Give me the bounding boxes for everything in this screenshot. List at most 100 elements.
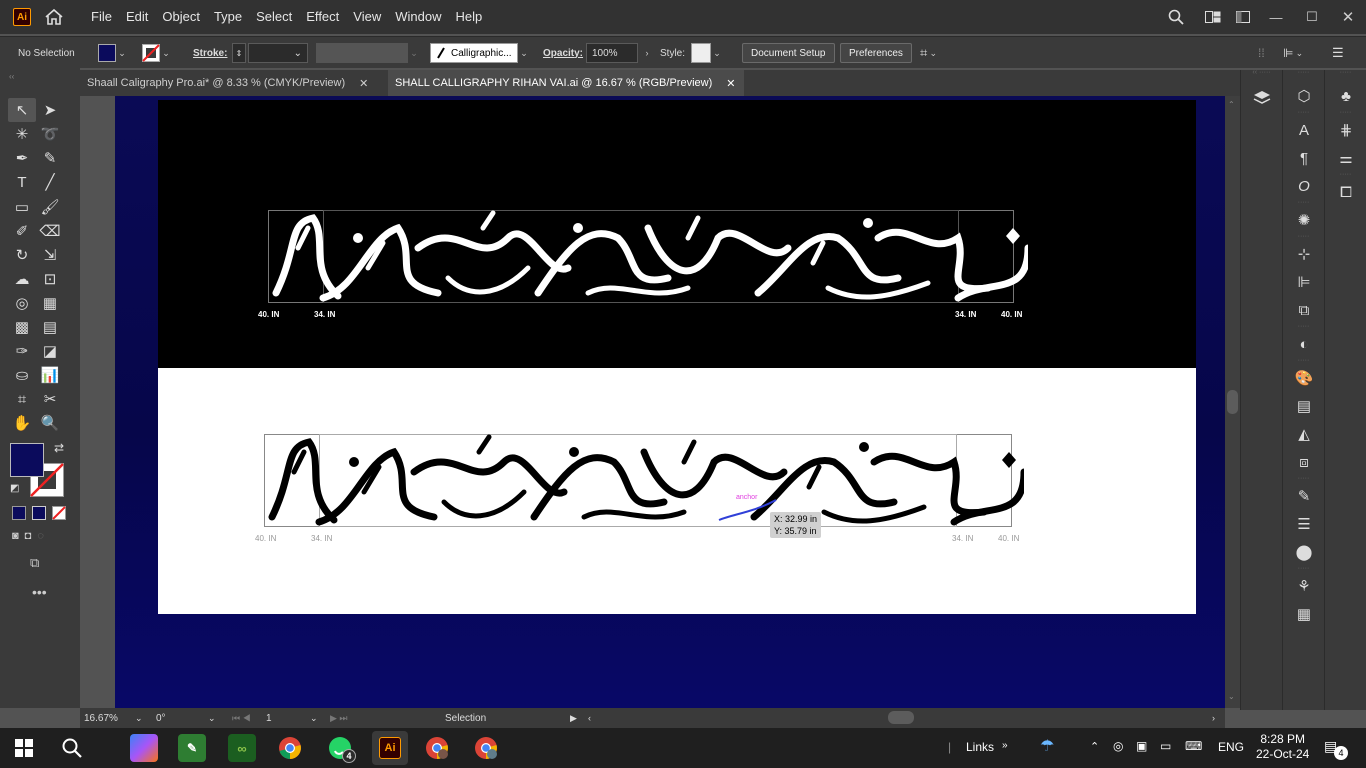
stroke-swatch[interactable]: ⌄ [142,42,172,64]
eyedropper-icon[interactable]: ✑ [8,339,36,363]
links-toolbar[interactable]: Links [966,740,994,754]
preferences-label[interactable]: Preferences [840,43,912,63]
menu-object[interactable]: Object [155,0,207,34]
artboards-icon[interactable]: ▦ [1283,600,1325,628]
clock[interactable]: 8:28 PM 22-Oct-24 [1256,732,1309,762]
artboard-tool-icon[interactable]: ⌗ [8,387,36,411]
chrome-icon[interactable] [276,734,304,762]
gradient-tool-icon[interactable]: ▤ [36,315,64,339]
curvature-tool-icon[interactable]: ✎ [36,146,64,170]
pathfinder-icon[interactable]: ⧉ [1283,296,1325,324]
rectangle-tool-icon[interactable]: ▭ [8,195,36,219]
close-icon[interactable]: ✕ [359,77,368,90]
variable-width-profile[interactable]: ⌄ [316,42,420,64]
zoom-level[interactable]: 16.67% [84,713,134,724]
scroll-thumb[interactable] [1227,390,1238,414]
artboard-number[interactable]: 1 [266,713,306,724]
color-mode-icon[interactable] [12,506,26,520]
align-panel-icon[interactable]: ⊫ [1283,268,1325,296]
windows-start-icon[interactable] [10,734,38,762]
scroll-down-icon[interactable]: ⌄ [1228,692,1235,701]
scroll-up-icon[interactable]: ⌃ [1228,100,1235,109]
chevron-down-icon[interactable]: ⌄ [135,713,143,724]
chrome-profile-icon[interactable] [472,734,500,762]
illustrator-taskbar-icon[interactable]: Ai [372,731,408,765]
warp-tool-icon[interactable]: ☁ [8,267,36,291]
collapse-icon[interactable]: ‹‹ [0,68,80,85]
libraries-icon[interactable]: ⬡ [1283,82,1325,110]
scale-tool-icon[interactable]: ⇲ [36,243,64,267]
artboard-nav-next-icon[interactable]: ▶ ⏭ [330,713,348,724]
menu-window[interactable]: Window [388,0,448,34]
maximize-button[interactable]: ☐ [1294,0,1330,34]
chevron-up-icon[interactable]: ⌃ [1090,740,1099,753]
close-icon[interactable]: ✕ [726,77,735,90]
home-icon[interactable] [44,7,66,27]
direct-selection-tool-icon[interactable]: ➤ [36,98,64,122]
menu-type[interactable]: Type [207,0,249,34]
line-tool-icon[interactable]: ╱ [36,170,64,194]
transform-icon[interactable]: ⊫ ⌄ [1283,42,1305,64]
swatches-icon[interactable]: 🎨 [1283,364,1325,392]
default-colors-icon[interactable]: ◩ [10,483,19,494]
screen-mode-icon[interactable]: ⧉ [30,555,39,571]
none-mode-icon[interactable] [52,506,66,520]
grid-icon[interactable]: ⋕ [1325,116,1366,144]
slice-tool-icon[interactable]: ✂ [36,387,64,411]
perspective-grid-icon[interactable]: ▦ [36,291,64,315]
shape-builder-icon[interactable]: ◎ [8,291,36,315]
draw-inside-icon[interactable]: ◌ [37,530,44,542]
artboard-nav-prev-icon[interactable]: ⏮ ◀ [232,713,251,724]
canvas[interactable]: 40. IN 34. IN 34. IN 40. IN anchor X: 32… [80,96,1225,708]
character-icon[interactable]: A [1283,116,1325,144]
layers-icon[interactable] [1241,84,1283,112]
draw-behind-icon[interactable]: ◘ [25,530,32,542]
pen-tool-icon[interactable]: ✒ [8,146,36,170]
export-icon[interactable]: ⧈ [1283,448,1325,476]
fill-swatch[interactable]: ⌄ [98,42,128,64]
panel-menu-icon[interactable]: ☰ [1332,42,1344,64]
document-setup-label[interactable]: Document Setup [742,43,835,63]
whatsapp-icon[interactable]: 4 [326,734,356,763]
chevron-right-icon[interactable]: › [641,48,653,58]
fill-box[interactable] [10,443,44,477]
blend-tool-icon[interactable]: ◪ [36,339,64,363]
chevron-down-icon[interactable]: ⌄ [208,713,216,724]
asset-export-icon[interactable]: ⚘ [1283,572,1325,600]
graph-tool-icon[interactable]: 📊 [36,363,64,387]
fill-stroke-widget[interactable]: ⇄ ◩ [10,441,66,499]
brush-definition[interactable]: Calligraphic... ⌄ [430,42,530,64]
document-setup-button[interactable]: Document Setup [742,42,835,64]
appearance-icon[interactable]: ✺ [1283,206,1325,234]
stroke-panel-icon[interactable]: ☰ [1283,510,1325,538]
menu-select[interactable]: Select [249,0,299,34]
language-indicator[interactable]: ENG [1218,740,1244,754]
opentype-icon[interactable]: O [1283,172,1325,200]
paragraph-icon[interactable]: ¶ [1283,144,1325,172]
transparency-icon[interactable]: ◭ [1283,420,1325,448]
rotate-tool-icon[interactable]: ↻ [8,243,36,267]
notepad-icon[interactable]: ✎ [178,734,206,762]
opacity-label[interactable]: Opacity: [543,42,583,64]
chevron-right-icon[interactable]: ▶ [570,713,577,724]
swap-icon[interactable]: ⇄ [54,441,64,455]
copilot-icon[interactable] [130,734,158,762]
rotation-value[interactable]: 0° [156,713,216,724]
chevron-down-icon[interactable]: ⌄ [518,48,530,59]
more-tools-icon[interactable]: ••• [32,584,47,600]
stroke-weight-stepper[interactable]: ⇕ ⌄ [232,42,308,64]
meet-icon[interactable]: ▣ [1136,739,1147,753]
artboard-panel-icon[interactable]: ⧠ [1325,178,1366,206]
menu-effect[interactable]: Effect [299,0,346,34]
chevron-down-icon[interactable]: ⌄ [711,48,723,59]
chevron-right-icon[interactable]: » [1002,740,1008,751]
chevron-down-icon[interactable]: ⌄ [116,48,128,59]
opacity-field[interactable]: 100% › [586,42,653,64]
eraser-icon[interactable]: ⌫ [36,219,64,243]
selection-tool-icon[interactable]: ↖ [8,98,36,122]
opacity-value[interactable]: 100% [586,43,638,63]
weather-icon[interactable]: ☂ [1040,736,1054,756]
paintbrush-icon[interactable]: 🖌 [36,195,64,219]
arrange-icon[interactable]: ⌗ ⌄ [920,42,939,64]
gradient-panel-icon[interactable]: ▤ [1283,392,1325,420]
